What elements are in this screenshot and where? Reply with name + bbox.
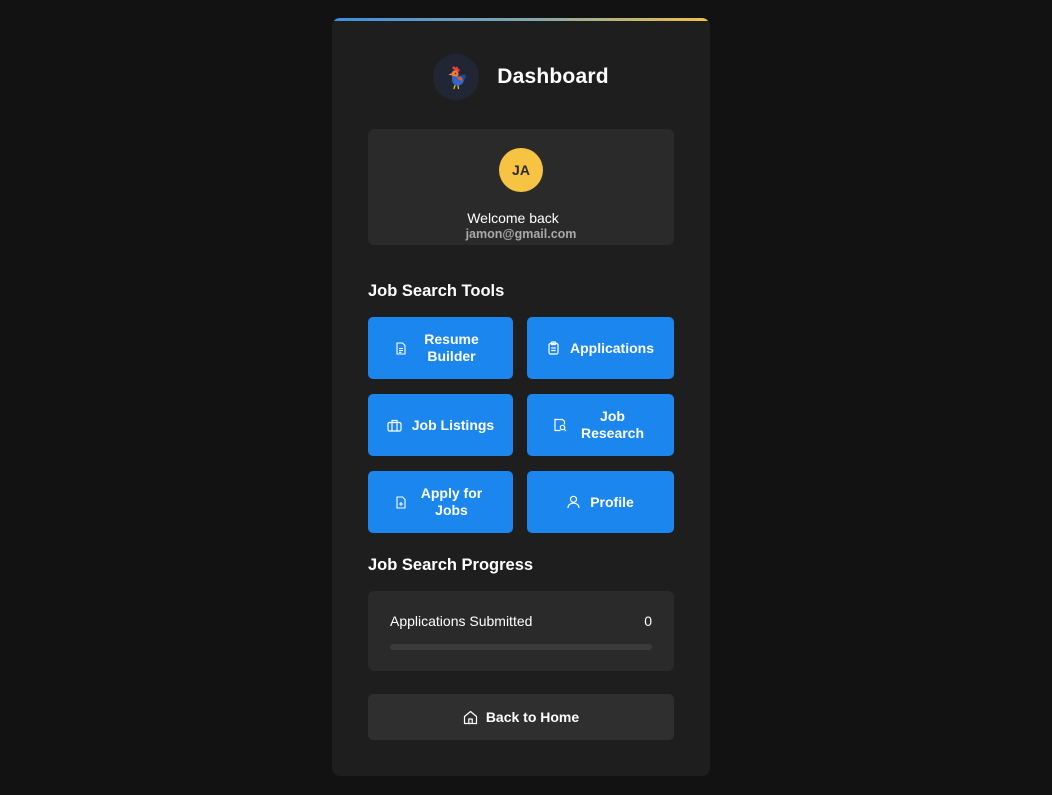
resume-builder-label: Resume Builder [424,331,479,364]
clipboard-icon [548,341,559,355]
job-research-button[interactable]: Job Research [527,394,674,456]
job-listings-label: Job Listings [411,416,495,433]
welcome-panel: JA Welcome back jamon@gmail.com [368,129,674,245]
page-title: Dashboard [497,65,609,88]
progress-label: Applications Submitted [390,613,533,629]
back-to-home-label: Back to Home [485,709,580,725]
home-icon [463,710,477,724]
welcome-text: Welcome back [467,210,559,226]
job-research-label: Job Research [580,408,645,441]
user-email: jamon@gmail.com [465,227,577,241]
applications-button[interactable]: Applications [527,317,674,379]
rooster-icon [433,54,480,100]
profile-button[interactable]: Profile [527,471,674,533]
apply-for-jobs-button[interactable]: Apply for Jobs [368,471,513,533]
accent-bar [332,18,710,21]
apply-for-jobs-label: Apply for Jobs [420,485,483,518]
document-icon [395,341,406,355]
briefcase-icon [387,419,402,432]
document-search-icon [553,418,566,432]
applications-label: Applications [569,339,654,356]
header: Dashboard [332,54,710,100]
progress-bar [390,644,652,650]
file-plus-icon [395,495,406,509]
job-listings-button[interactable]: Job Listings [368,394,513,456]
user-icon [567,495,580,509]
profile-label: Profile [590,493,634,510]
avatar: JA [499,148,543,192]
tools-section-title: Job Search Tools [368,282,505,300]
progress-panel: Applications Submitted 0 [368,591,674,671]
progress-count: 0 [644,613,652,629]
progress-section-title: Job Search Progress [368,556,534,574]
resume-builder-button[interactable]: Resume Builder [368,317,513,379]
back-to-home-button[interactable]: Back to Home [368,694,674,740]
dashboard-card: Dashboard JA Welcome back jamon@gmail.co… [332,18,710,776]
